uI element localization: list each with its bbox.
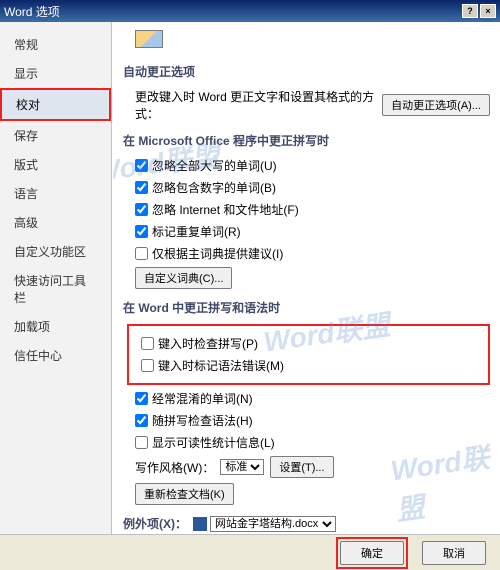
ok-button[interactable]: 确定 <box>340 541 404 565</box>
writing-style-select[interactable]: 标准 <box>220 459 264 475</box>
sidebar-item-layout[interactable]: 版式 <box>0 150 111 179</box>
help-icon[interactable]: ? <box>462 4 478 18</box>
exceptions-label: 例外项(X)： <box>123 515 187 532</box>
sidebar-item-trust-center[interactable]: 信任中心 <box>0 341 111 370</box>
section-autocorrect-title: 自动更正选项 <box>123 63 490 80</box>
sidebar-item-advanced[interactable]: 高级 <box>0 208 111 237</box>
check-grammar-as-type[interactable]: 键入时标记语法错误(M) <box>141 357 284 374</box>
check-main-dict-only[interactable]: 仅根据主词典提供建议(I) <box>135 245 283 262</box>
word-doc-icon <box>193 517 207 531</box>
section-office-title: 在 Microsoft Office 程序中更正拼写时 <box>123 132 490 149</box>
check-ignore-internet[interactable]: 忽略 Internet 和文件地址(F) <box>135 201 299 218</box>
sidebar: 常规 显示 校对 保存 版式 语言 高级 自定义功能区 快速访问工具栏 加载项 … <box>0 22 112 534</box>
content-panel: Word联盟 Word联盟 Word联盟 自动更正选项 更改键入时 Word 更… <box>112 22 500 534</box>
check-ignore-uppercase[interactable]: 忽略全部大写的单词(U) <box>135 157 277 174</box>
custom-dictionaries-button[interactable]: 自定义词典(C)... <box>135 267 232 289</box>
check-spelling-as-type[interactable]: 键入时检查拼写(P) <box>141 335 258 352</box>
writing-style-label: 写作风格(W)： <box>135 459 214 476</box>
section-word-title: 在 Word 中更正拼写和语法时 <box>123 299 490 316</box>
footer: 确定 取消 <box>0 534 500 570</box>
sidebar-item-save[interactable]: 保存 <box>0 121 111 150</box>
close-icon[interactable]: × <box>480 4 496 18</box>
sidebar-item-proofing[interactable]: 校对 <box>0 88 111 121</box>
header-swatch-icon <box>135 30 163 48</box>
sidebar-item-addins[interactable]: 加载项 <box>0 312 111 341</box>
writing-style-settings-button[interactable]: 设置(T)... <box>270 456 333 478</box>
section-exceptions: 例外项(X)： 网站金字塔结构.docx <box>123 515 490 532</box>
check-confused-words[interactable]: 经常混淆的单词(N) <box>135 390 253 407</box>
autocorrect-desc: 更改键入时 Word 更正文字和设置其格式的方式： <box>135 88 376 122</box>
sidebar-item-quick-access[interactable]: 快速访问工具栏 <box>0 266 111 312</box>
exceptions-select[interactable]: 网站金字塔结构.docx <box>210 516 336 532</box>
cancel-button[interactable]: 取消 <box>422 541 486 565</box>
window-title: Word 选项 <box>4 3 60 20</box>
sidebar-item-general[interactable]: 常规 <box>0 30 111 59</box>
check-grammar-with-spelling[interactable]: 随拼写检查语法(H) <box>135 412 253 429</box>
sidebar-item-language[interactable]: 语言 <box>0 179 111 208</box>
check-readability-stats[interactable]: 显示可读性统计信息(L) <box>135 434 275 451</box>
recheck-document-button[interactable]: 重新检查文档(K) <box>135 483 234 505</box>
sidebar-item-customize-ribbon[interactable]: 自定义功能区 <box>0 237 111 266</box>
titlebar: Word 选项 ? × <box>0 0 500 22</box>
check-flag-repeated[interactable]: 标记重复单词(R) <box>135 223 241 240</box>
sidebar-item-display[interactable]: 显示 <box>0 59 111 88</box>
autocorrect-options-button[interactable]: 自动更正选项(A)... <box>382 94 490 116</box>
check-ignore-numbers[interactable]: 忽略包含数字的单词(B) <box>135 179 276 196</box>
